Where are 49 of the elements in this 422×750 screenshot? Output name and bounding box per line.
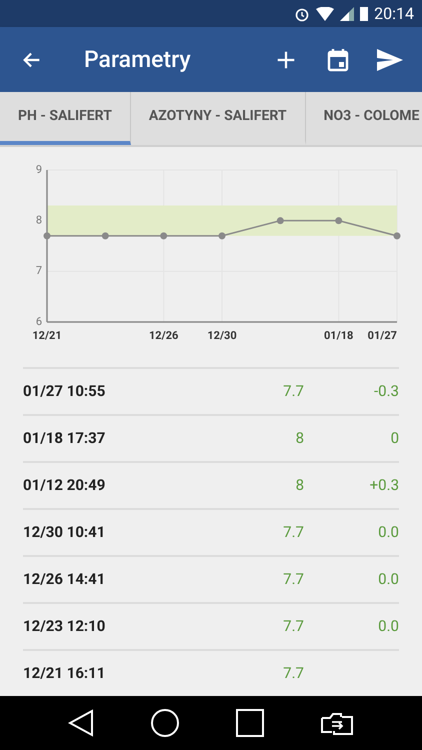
y-tick-label: 7 [36,264,42,278]
data-point [276,217,284,224]
measurement-value: 8 [294,475,304,496]
measurement-change: +0.3 [370,476,399,494]
measurement-time: 12/26 14:41 [23,569,106,590]
data-point [394,232,400,240]
y-tick-label: 6 [36,314,42,328]
measurement-change: -0.3 [374,382,399,400]
data-point [44,232,50,240]
data-point [218,232,226,240]
data-point [335,217,342,224]
x-tick-label: 12/30 [207,329,237,342]
recents-nav-button[interactable] [236,709,264,737]
measurement-value: 7.7 [282,522,304,544]
tab[interactable]: NO3 - COLOME [306,92,422,145]
x-tick-label: 01/27 [368,329,397,342]
alarm-icon [294,6,310,22]
screen-title: Parametry [84,44,192,75]
measurement-value: 7.7 [282,381,304,402]
measurement-time: 12/30 10:41 [23,522,106,544]
x-tick-label: 12/21 [32,329,62,342]
measurement-change: 0 [390,429,399,448]
y-tick-label: 9 [36,162,42,176]
x-tick-label: 12/26 [149,329,178,342]
measurement-time: 01/18 17:37 [23,428,106,450]
clock: 20:14 [374,2,414,25]
tab[interactable]: AZOTYNY - SALIFERT [130,92,306,145]
measurement-time: 12/23 12:10 [23,616,106,638]
battery-icon [360,6,368,22]
data-point [102,232,109,240]
measurement-value: 8 [294,428,304,450]
measurement-value: 7.7 [282,616,304,638]
tab[interactable]: PH - SALIFERT [0,92,131,145]
measurement-value: 7.7 [282,663,304,684]
home-nav-button[interactable] [150,708,180,738]
measurement-change: 0.0 [378,523,399,542]
data-point [160,232,168,240]
measurement-change: 0.0 [378,570,399,588]
measurement-change: 0.0 [378,617,399,636]
rotate-nav-button[interactable] [320,710,354,736]
wifi-icon [316,6,334,21]
x-tick-label: 01/18 [324,329,354,342]
y-tick-label: 8 [36,214,42,227]
back-nav-button[interactable] [68,709,94,737]
measurement-time: 12/21 16:11 [23,663,106,684]
measurement-time: 01/27 10:55 [23,381,106,402]
signal-icon [340,6,354,21]
measurement-time: 01/12 20:49 [23,475,106,496]
measurement-value: 7.7 [282,569,304,590]
